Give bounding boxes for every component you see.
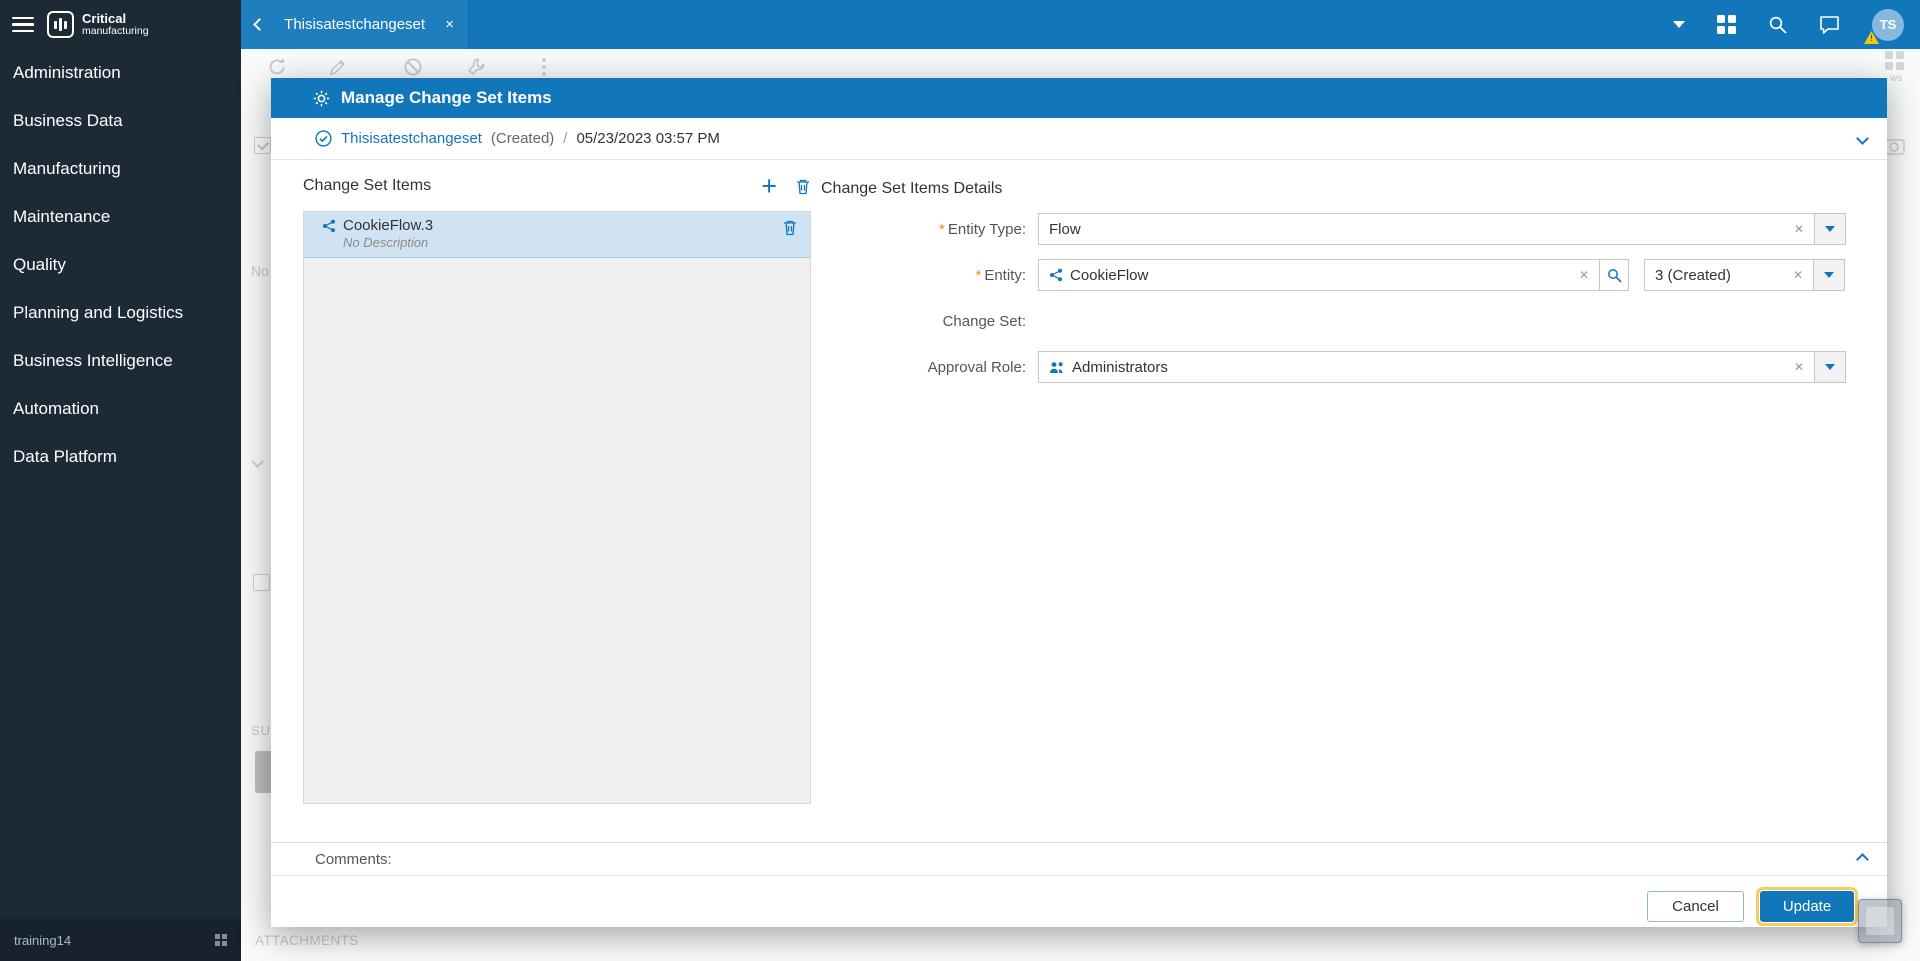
field-row-change-set: Change Set: bbox=[671, 305, 1847, 337]
update-button[interactable]: Update bbox=[1756, 887, 1858, 926]
tab-close-icon[interactable]: × bbox=[445, 17, 454, 32]
trash-icon bbox=[797, 179, 809, 194]
sidebar-item-business-intelligence[interactable]: Business Intelligence bbox=[0, 337, 241, 385]
field-row-entity: * Entity: CookieFlow ✕ 3 (Created) ✕ bbox=[671, 259, 1847, 291]
sidebar-item-data-platform[interactable]: Data Platform bbox=[0, 433, 241, 481]
sidebar-item-quality[interactable]: Quality bbox=[0, 241, 241, 289]
details-panel-title: Change Set Items Details bbox=[821, 180, 1003, 197]
sidebar-item-planning-logistics[interactable]: Planning and Logistics bbox=[0, 289, 241, 337]
collapse-comments-icon[interactable] bbox=[1856, 852, 1869, 866]
sidebar: Administration Business Data Manufacturi… bbox=[0, 49, 241, 961]
cancel-button[interactable]: Cancel bbox=[1647, 891, 1744, 922]
dialog-footer: Cancel Update bbox=[271, 875, 1887, 927]
comments-section: Comments: bbox=[271, 842, 1887, 875]
items-panel-title: Change Set Items bbox=[303, 177, 432, 194]
entity-value: CookieFlow bbox=[1070, 266, 1149, 284]
clear-icon[interactable]: ✕ bbox=[1579, 268, 1589, 282]
application-window: Critical manufacturing Thisisatestchange… bbox=[0, 0, 1920, 961]
approval-role-value: Administrators bbox=[1072, 358, 1168, 376]
tab-back-icon[interactable] bbox=[253, 18, 266, 31]
entity-type-input[interactable]: Flow ✕ bbox=[1038, 213, 1815, 245]
logo-line1: Critical bbox=[82, 11, 127, 27]
items-panel-header: Change Set Items + bbox=[303, 170, 811, 202]
tab-label: Thisisatestchangeset bbox=[284, 16, 426, 33]
entity-type-value: Flow bbox=[1049, 220, 1081, 238]
clear-icon[interactable]: ✕ bbox=[1793, 268, 1803, 282]
delete-items-button[interactable] bbox=[795, 178, 811, 195]
sidebar-item-automation[interactable]: Automation bbox=[0, 385, 241, 433]
apps-grid-icon[interactable] bbox=[1717, 15, 1736, 34]
users-icon bbox=[1050, 361, 1063, 373]
brand-area: Critical manufacturing bbox=[0, 0, 241, 49]
sidebar-item-administration[interactable]: Administration bbox=[0, 49, 241, 97]
topbar-actions: TS ! bbox=[1673, 0, 1920, 49]
entity-type-label: * Entity Type: bbox=[939, 220, 1026, 238]
chevron-down-icon bbox=[1825, 364, 1835, 370]
entity-version-value: 3 (Created) bbox=[1655, 266, 1731, 284]
magnifier-icon bbox=[1607, 268, 1622, 283]
change-set-label: Change Set: bbox=[942, 312, 1026, 330]
topbar-dropdown-icon[interactable] bbox=[1673, 21, 1685, 28]
check-circle-icon bbox=[315, 130, 332, 147]
add-item-button[interactable]: + bbox=[761, 173, 777, 200]
comments-label: Comments: bbox=[315, 850, 392, 868]
flow-icon bbox=[323, 219, 335, 232]
sidebar-item-manufacturing[interactable]: Manufacturing bbox=[0, 145, 241, 193]
sidebar-item-maintenance[interactable]: Maintenance bbox=[0, 193, 241, 241]
approval-role-input[interactable]: Administrators ✕ bbox=[1038, 351, 1815, 383]
entity-label: * Entity: bbox=[975, 266, 1026, 284]
chevron-down-icon bbox=[1824, 272, 1834, 278]
top-bar: Critical manufacturing Thisisatestchange… bbox=[0, 0, 1920, 49]
hamburger-menu-icon[interactable] bbox=[12, 16, 34, 33]
drag-ghost-overlay bbox=[1858, 899, 1902, 943]
chat-icon[interactable] bbox=[1819, 15, 1840, 34]
company-logo: Critical manufacturing bbox=[47, 11, 149, 38]
logo-mark-icon bbox=[47, 11, 74, 38]
entity-input[interactable]: CookieFlow ✕ bbox=[1038, 259, 1600, 291]
clear-icon[interactable]: ✕ bbox=[1794, 360, 1804, 374]
changeset-timestamp: 05/23/2023 03:57 PM bbox=[576, 130, 720, 147]
entity-version-dropdown-button[interactable] bbox=[1813, 259, 1845, 291]
dialog-title: Manage Change Set Items bbox=[341, 88, 552, 107]
entity-type-dropdown-button[interactable] bbox=[1814, 213, 1846, 245]
clear-icon[interactable]: ✕ bbox=[1794, 222, 1804, 236]
collapse-summary-icon[interactable] bbox=[1856, 132, 1869, 145]
item-name: CookieFlow.3 bbox=[343, 217, 434, 234]
details-form: * Entity Type: Flow ✕ * Entity: CookieFlow… bbox=[671, 213, 1847, 397]
flow-icon bbox=[1050, 268, 1062, 282]
approval-role-dropdown-button[interactable] bbox=[1814, 351, 1846, 383]
dialog-header: Manage Change Set Items bbox=[271, 78, 1887, 118]
entity-search-button[interactable] bbox=[1599, 259, 1629, 291]
sidebar-item-business-data[interactable]: Business Data bbox=[0, 97, 241, 145]
breadcrumb-separator: / bbox=[563, 130, 568, 147]
sidebar-footer: training14 bbox=[0, 919, 241, 961]
search-icon[interactable] bbox=[1768, 15, 1787, 34]
field-row-entity-type: * Entity Type: Flow ✕ bbox=[671, 213, 1847, 245]
entity-version-input[interactable]: 3 (Created) ✕ bbox=[1644, 259, 1814, 291]
approval-role-label: Approval Role: bbox=[927, 358, 1026, 376]
warning-badge-icon: ! bbox=[1864, 30, 1879, 44]
tab-changeset[interactable]: Thisisatestchangeset × bbox=[241, 0, 469, 49]
changeset-name-link[interactable]: Thisisatestchangeset bbox=[341, 130, 482, 147]
changeset-state: (Created) bbox=[490, 130, 555, 147]
current-user-label: training14 bbox=[14, 932, 72, 948]
manage-change-set-items-dialog: Manage Change Set Items Thisisatestchang… bbox=[271, 78, 1887, 927]
avatar-initials: TS bbox=[1879, 17, 1897, 32]
changeset-summary-bar: Thisisatestchangeset (Created) / 05/23/2… bbox=[271, 118, 1887, 160]
field-row-approval-role: Approval Role: Administrators ✕ bbox=[671, 351, 1847, 383]
avatar[interactable]: TS ! bbox=[1864, 8, 1904, 44]
logo-line2: manufacturing bbox=[82, 25, 149, 38]
warning-badge-text: ! bbox=[1870, 33, 1873, 43]
chevron-down-icon bbox=[1825, 226, 1835, 232]
manage-icon bbox=[313, 90, 330, 106]
site-icon[interactable] bbox=[215, 934, 227, 946]
